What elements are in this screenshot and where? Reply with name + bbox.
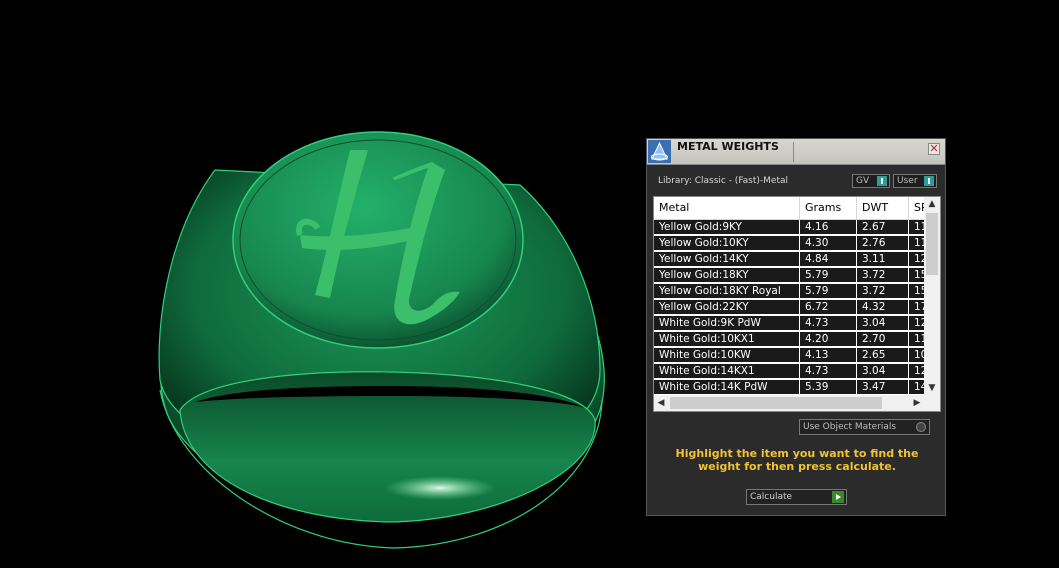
table-row[interactable]: Yellow Gold:18KY 5.79 3.72 15	[654, 268, 929, 284]
cell-metal: White Gold:10KW	[654, 348, 800, 363]
table-body: Yellow Gold:9KY 4.16 2.67 11 Yellow Gold:10…	[654, 220, 929, 396]
cell-metal: Yellow Gold:18KY Royal	[654, 284, 800, 299]
cell-metal: Yellow Gold:18KY	[654, 268, 800, 283]
use-object-materials-label: Use Object Materials	[803, 422, 897, 432]
cell-dwt: 3.47	[857, 380, 909, 395]
table-row[interactable]: White Gold:10KW 4.13 2.65 10	[654, 348, 929, 364]
cell-dwt: 2.70	[857, 332, 909, 347]
scroll-left-icon[interactable]: ◀	[654, 395, 668, 411]
table-row[interactable]: White Gold:10KX1 4.20 2.70 11	[654, 332, 929, 348]
cell-metal: Yellow Gold:9KY	[654, 220, 800, 235]
vertical-scrollbar[interactable]: ▲ ▼	[924, 197, 940, 395]
user-toggle[interactable]: User	[893, 174, 937, 188]
column-header-grams[interactable]: Grams	[800, 197, 857, 219]
scroll-down-icon[interactable]: ▼	[924, 381, 940, 395]
cell-metal: Yellow Gold:14KY	[654, 252, 800, 267]
signet-ring-render	[158, 131, 605, 549]
close-icon: ✕	[929, 142, 939, 155]
cell-grams: 4.13	[800, 348, 857, 363]
calculate-label: Calculate	[750, 492, 793, 502]
gv-toggle[interactable]: GV	[852, 174, 890, 188]
cell-dwt: 2.65	[857, 348, 909, 363]
scroll-up-icon[interactable]: ▲	[924, 197, 940, 211]
cell-dwt: 2.76	[857, 236, 909, 251]
app-logo-icon	[648, 140, 671, 163]
table-row[interactable]: Yellow Gold:9KY 4.16 2.67 11	[654, 220, 929, 236]
cell-dwt: 3.72	[857, 268, 909, 283]
cell-grams: 5.79	[800, 268, 857, 283]
cell-dwt: 4.32	[857, 300, 909, 315]
close-button[interactable]: ✕	[928, 143, 940, 155]
metal-weights-table[interactable]: Metal Grams DWT SP Yellow Gold:9KY 4.16 2.…	[653, 196, 941, 412]
cell-metal: White Gold:10KX1	[654, 332, 800, 347]
cell-dwt: 3.04	[857, 364, 909, 379]
cell-metal: Yellow Gold:22KY	[654, 300, 800, 315]
cell-metal: White Gold:14KX1	[654, 364, 800, 379]
user-toggle-label: User	[897, 176, 918, 186]
cell-grams: 4.16	[800, 220, 857, 235]
cell-dwt: 3.04	[857, 316, 909, 331]
column-header-dwt[interactable]: DWT	[857, 197, 909, 219]
radio-icon	[916, 422, 926, 432]
cell-grams: 5.79	[800, 284, 857, 299]
table-row[interactable]: Yellow Gold:14KY 4.84 3.11 12	[654, 252, 929, 268]
cell-dwt: 3.11	[857, 252, 909, 267]
library-label: Library: Classic - (Fast)-Metal	[658, 176, 789, 186]
horizontal-scrollbar[interactable]: ◀ ▶	[654, 395, 940, 411]
use-object-materials-toggle[interactable]: Use Object Materials	[799, 419, 930, 435]
panel-titlebar[interactable]: METAL WEIGHTS ✕	[647, 139, 945, 165]
cell-grams: 5.39	[800, 380, 857, 395]
cell-grams: 4.20	[800, 332, 857, 347]
cell-grams: 6.72	[800, 300, 857, 315]
play-icon	[832, 491, 844, 503]
table-row[interactable]: White Gold:9K PdW 4.73 3.04 12	[654, 316, 929, 332]
table-row[interactable]: Yellow Gold:10KY 4.30 2.76 11	[654, 236, 929, 252]
toggle-switch-icon	[924, 176, 934, 186]
instruction-text: Highlight the item you want to find the …	[675, 447, 919, 473]
column-header-metal[interactable]: Metal	[654, 197, 800, 219]
calculate-button[interactable]: Calculate	[746, 489, 847, 505]
title-separator	[793, 142, 794, 162]
vertical-scroll-thumb[interactable]	[926, 213, 938, 275]
cell-dwt: 3.72	[857, 284, 909, 299]
table-row[interactable]: White Gold:14KX1 4.73 3.04 12	[654, 364, 929, 380]
cell-grams: 4.73	[800, 316, 857, 331]
horizontal-scroll-thumb[interactable]	[670, 397, 882, 409]
cell-metal: White Gold:9K PdW	[654, 316, 800, 331]
table-row[interactable]: White Gold:14K PdW 5.39 3.47 14	[654, 380, 929, 396]
panel-title: METAL WEIGHTS	[677, 140, 779, 153]
table-header: Metal Grams DWT SP	[654, 197, 928, 220]
gv-toggle-label: GV	[856, 176, 870, 186]
cell-grams: 4.73	[800, 364, 857, 379]
scroll-right-icon[interactable]: ▶	[910, 395, 924, 411]
metal-weights-panel: METAL WEIGHTS ✕ Library: Classic - (Fast…	[646, 138, 946, 516]
cell-metal: Yellow Gold:10KY	[654, 236, 800, 251]
toggle-switch-icon	[877, 176, 887, 186]
cell-metal: White Gold:14K PdW	[654, 380, 800, 395]
cell-grams: 4.84	[800, 252, 857, 267]
cell-grams: 4.30	[800, 236, 857, 251]
table-row[interactable]: Yellow Gold:18KY Royal 5.79 3.72 15	[654, 284, 929, 300]
cell-dwt: 2.67	[857, 220, 909, 235]
table-row[interactable]: Yellow Gold:22KY 6.72 4.32 17	[654, 300, 929, 316]
